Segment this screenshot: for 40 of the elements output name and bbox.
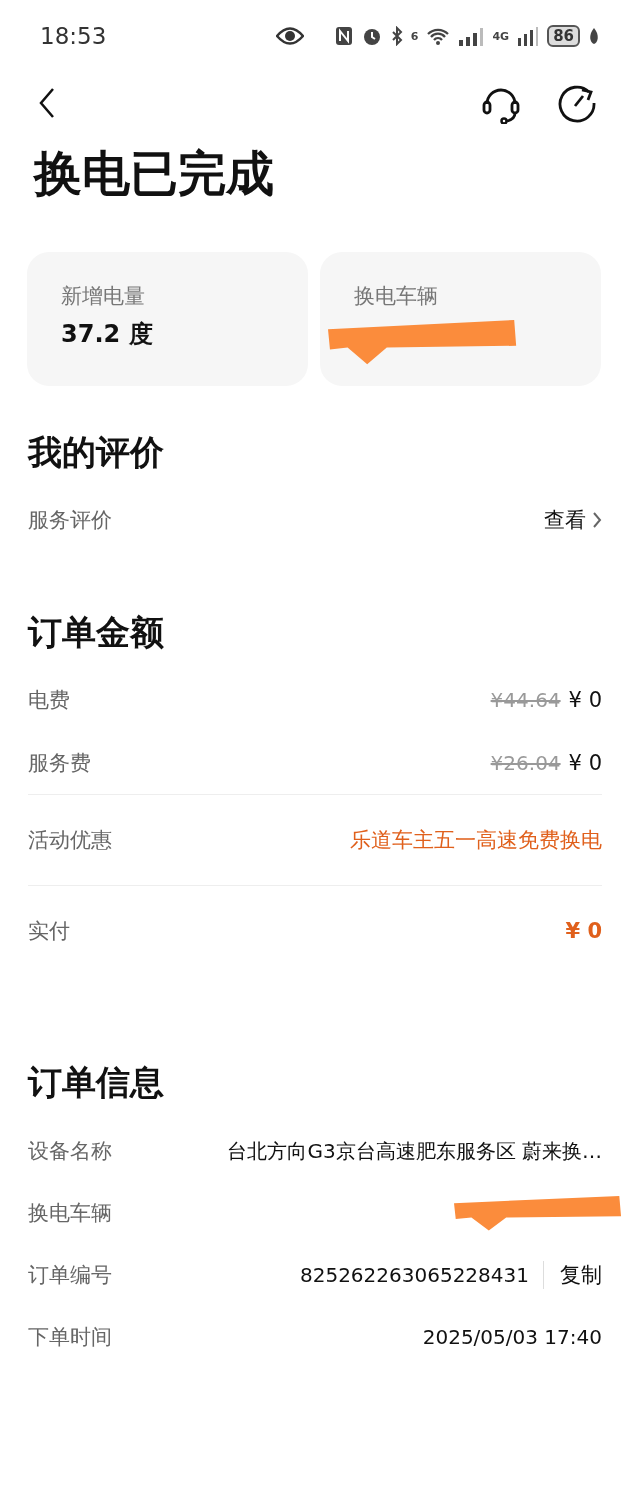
chevron-icon bbox=[592, 511, 602, 529]
back-icon[interactable] bbox=[38, 87, 56, 119]
row-label: 服务费 bbox=[28, 749, 91, 777]
row-value: 2025/05/03 17:40 bbox=[422, 1325, 602, 1349]
leaf-icon bbox=[588, 27, 600, 45]
nfc-icon bbox=[334, 26, 353, 46]
row-label: 换电车辆 bbox=[28, 1200, 112, 1227]
status-time: 18:53 bbox=[40, 23, 107, 49]
section-heading: 我的评价 bbox=[26, 431, 165, 474]
signal-icon bbox=[458, 26, 485, 46]
wifi-icon bbox=[426, 27, 451, 45]
bluetooth-icon bbox=[390, 26, 403, 46]
card-label: 换电车辆 bbox=[354, 283, 439, 310]
row-value: 台北方向G3京台高速肥东服务区 蔚来换… bbox=[227, 1137, 602, 1165]
promo-text: 乐道车主五一高速免费换电 bbox=[350, 827, 602, 854]
price-value: ¥ 0 bbox=[568, 687, 602, 712]
row-label: 服务评价 bbox=[28, 507, 112, 534]
card-label: 新增电量 bbox=[61, 283, 146, 310]
order-number: 825262263065228431 bbox=[299, 1263, 529, 1287]
view-link[interactable]: 查看 bbox=[544, 506, 602, 534]
row-label: 设备名称 bbox=[28, 1138, 112, 1165]
row-label: 下单时间 bbox=[28, 1324, 112, 1351]
network-type-label: 4G bbox=[492, 29, 510, 43]
card-value: 37.2 度 bbox=[61, 319, 154, 350]
original-price: ¥26.04 bbox=[490, 750, 561, 775]
row-label: 订单编号 bbox=[28, 1262, 112, 1289]
row-label: 电费 bbox=[28, 686, 70, 714]
section-heading: 订单金额 bbox=[26, 611, 165, 654]
total-value: ¥ 0 bbox=[565, 919, 602, 943]
eye-icon bbox=[276, 27, 305, 45]
battery-level: 86 bbox=[547, 25, 580, 47]
wifi-band-label: 6 bbox=[410, 29, 419, 43]
row-label: 实付 bbox=[28, 918, 70, 945]
page-title: 换电已完成 bbox=[34, 144, 275, 203]
copy-button[interactable]: 复制 bbox=[543, 1261, 602, 1289]
signal-icon bbox=[517, 26, 540, 46]
price-value: ¥ 0 bbox=[568, 750, 602, 775]
original-price: ¥44.64 bbox=[490, 687, 561, 712]
section-heading: 订单信息 bbox=[26, 1061, 165, 1104]
row-label: 活动优惠 bbox=[28, 827, 112, 854]
